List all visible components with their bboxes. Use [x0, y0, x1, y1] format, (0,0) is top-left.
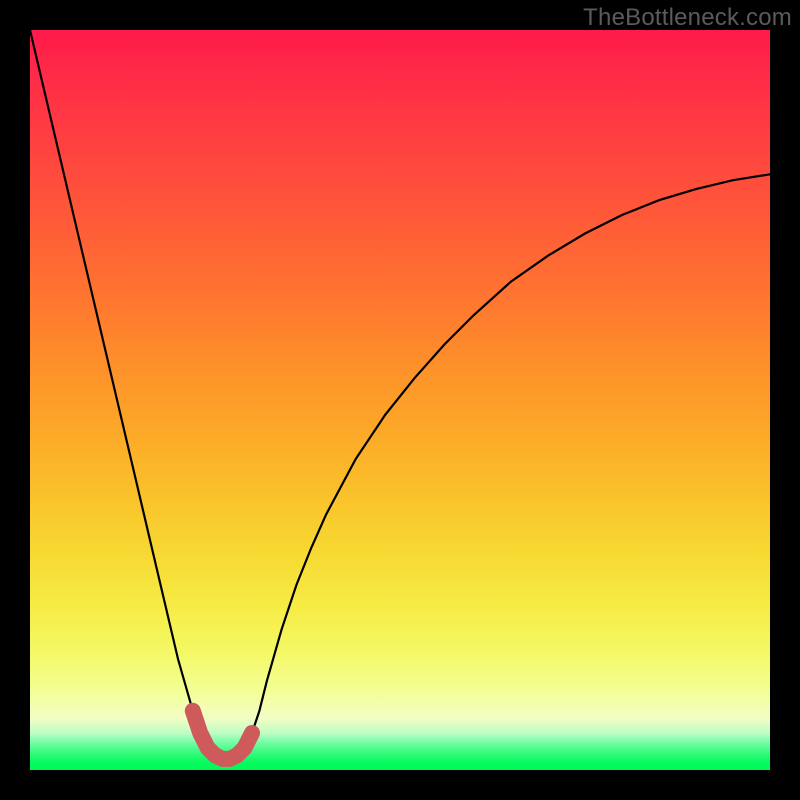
bottleneck-curve [30, 30, 770, 759]
chart-svg [30, 30, 770, 770]
plot-area [30, 30, 770, 770]
chart-frame: TheBottleneck.com [0, 0, 800, 800]
watermark-text: TheBottleneck.com [583, 4, 792, 32]
highlight-segment [193, 711, 252, 759]
